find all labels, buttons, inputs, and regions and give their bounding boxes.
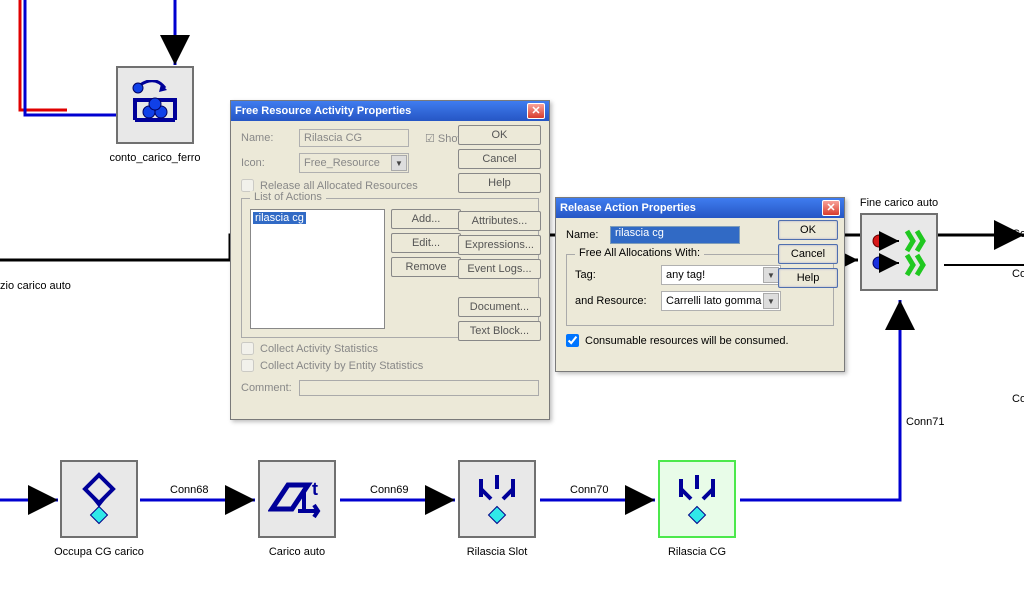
eventlogs-button[interactable]: Event Logs...	[458, 259, 541, 279]
name-label: Name:	[241, 132, 293, 144]
merge-icon	[862, 215, 936, 289]
node-label: Rilascia Slot	[427, 546, 567, 558]
chevron-down-icon: ▼	[391, 155, 407, 171]
list-legend: List of Actions	[250, 191, 326, 203]
node-occupa-cg[interactable]: Occupa CG carico	[60, 460, 138, 538]
chk-consume[interactable]: Consumable resources will be consumed.	[566, 334, 834, 347]
node-rilascia-cg[interactable]: Rilascia CG	[658, 460, 736, 538]
release-icon	[660, 462, 734, 536]
release-icon	[460, 462, 534, 536]
dialog-free-resource-activity: Free Resource Activity Properties ✕ Name…	[230, 100, 550, 420]
node-fine-carico-auto[interactable]: Fine carico auto	[860, 213, 938, 291]
cancel-button[interactable]: Cancel	[458, 149, 541, 169]
dialog-release-action: Release Action Properties ✕ Name: rilasc…	[555, 197, 845, 372]
node-label: Carico auto	[227, 546, 367, 558]
attributes-button[interactable]: Attributes...	[458, 211, 541, 231]
chk-stats[interactable]: Collect Activity Statistics	[241, 342, 539, 355]
chevron-down-icon: ▼	[763, 267, 779, 283]
chevron-down-icon: ▼	[763, 293, 779, 309]
dialog2-titlebar[interactable]: Release Action Properties ✕	[556, 198, 844, 218]
edge-label: Conn71	[906, 416, 945, 428]
ok-button[interactable]: OK	[778, 220, 838, 240]
add-button[interactable]: Add...	[391, 209, 461, 229]
comment-field[interactable]	[299, 380, 539, 396]
dialog1-title: Free Resource Activity Properties	[235, 105, 411, 117]
comment-label: Comment:	[241, 382, 293, 394]
name-field[interactable]: rilascia cg	[610, 226, 740, 244]
node-conto-carico-ferro[interactable]: conto_carico_ferro	[116, 66, 194, 144]
free-all-legend: Free All Allocations With:	[575, 247, 704, 259]
close-icon[interactable]: ✕	[822, 200, 840, 216]
resource-combo[interactable]: Carrelli lato gomma ▼	[661, 291, 781, 311]
dialog1-titlebar[interactable]: Free Resource Activity Properties ✕	[231, 101, 549, 121]
tag-label: Tag:	[575, 269, 655, 281]
help-button[interactable]: Help	[458, 173, 541, 193]
textblock-button[interactable]: Text Block...	[458, 321, 541, 341]
chk-entity-stats[interactable]: Collect Activity by Entity Statistics	[241, 359, 539, 372]
remove-button[interactable]: Remove	[391, 257, 461, 277]
node-label: Fine carico auto	[829, 197, 969, 209]
help-button[interactable]: Help	[778, 268, 838, 288]
node-rilascia-slot[interactable]: Rilascia Slot	[458, 460, 536, 538]
edge-label: Co	[1012, 393, 1024, 405]
delay-icon: t	[260, 462, 334, 536]
dialog2-title: Release Action Properties	[560, 202, 696, 214]
svg-text:t: t	[312, 479, 318, 499]
ok-button[interactable]: OK	[458, 125, 541, 145]
edge-label: Conn70	[570, 484, 609, 496]
edge-label: Conn69	[370, 484, 409, 496]
name-field[interactable]	[299, 129, 409, 147]
edit-button[interactable]: Edit...	[391, 233, 461, 253]
document-button[interactable]: Document...	[458, 297, 541, 317]
edge-label: Co	[1012, 228, 1024, 240]
actions-listbox[interactable]: rilascia cg	[250, 209, 385, 329]
close-icon[interactable]: ✕	[527, 103, 545, 119]
node-label: conto_carico_ferro	[85, 152, 225, 164]
node-label: Occupa CG carico	[29, 546, 169, 558]
name-label: Name:	[566, 229, 604, 241]
expressions-button[interactable]: Expressions...	[458, 235, 541, 255]
edge-label: Conn68	[170, 484, 209, 496]
left-truncated-label: zio carico auto	[0, 280, 71, 292]
icon-label: Icon:	[241, 157, 293, 169]
tag-combo[interactable]: any tag! ▼	[661, 265, 781, 285]
node-label: Rilascia CG	[627, 546, 767, 558]
node-carico-auto[interactable]: t Carico auto	[258, 460, 336, 538]
icon-combo[interactable]: Free_Resource ▼	[299, 153, 409, 173]
batch-icon	[118, 68, 192, 142]
cancel-button[interactable]: Cancel	[778, 244, 838, 264]
seize-icon	[62, 462, 136, 536]
edge-label: Co	[1012, 268, 1024, 280]
resource-label: and Resource:	[575, 295, 655, 307]
list-item[interactable]: rilascia cg	[253, 212, 306, 224]
